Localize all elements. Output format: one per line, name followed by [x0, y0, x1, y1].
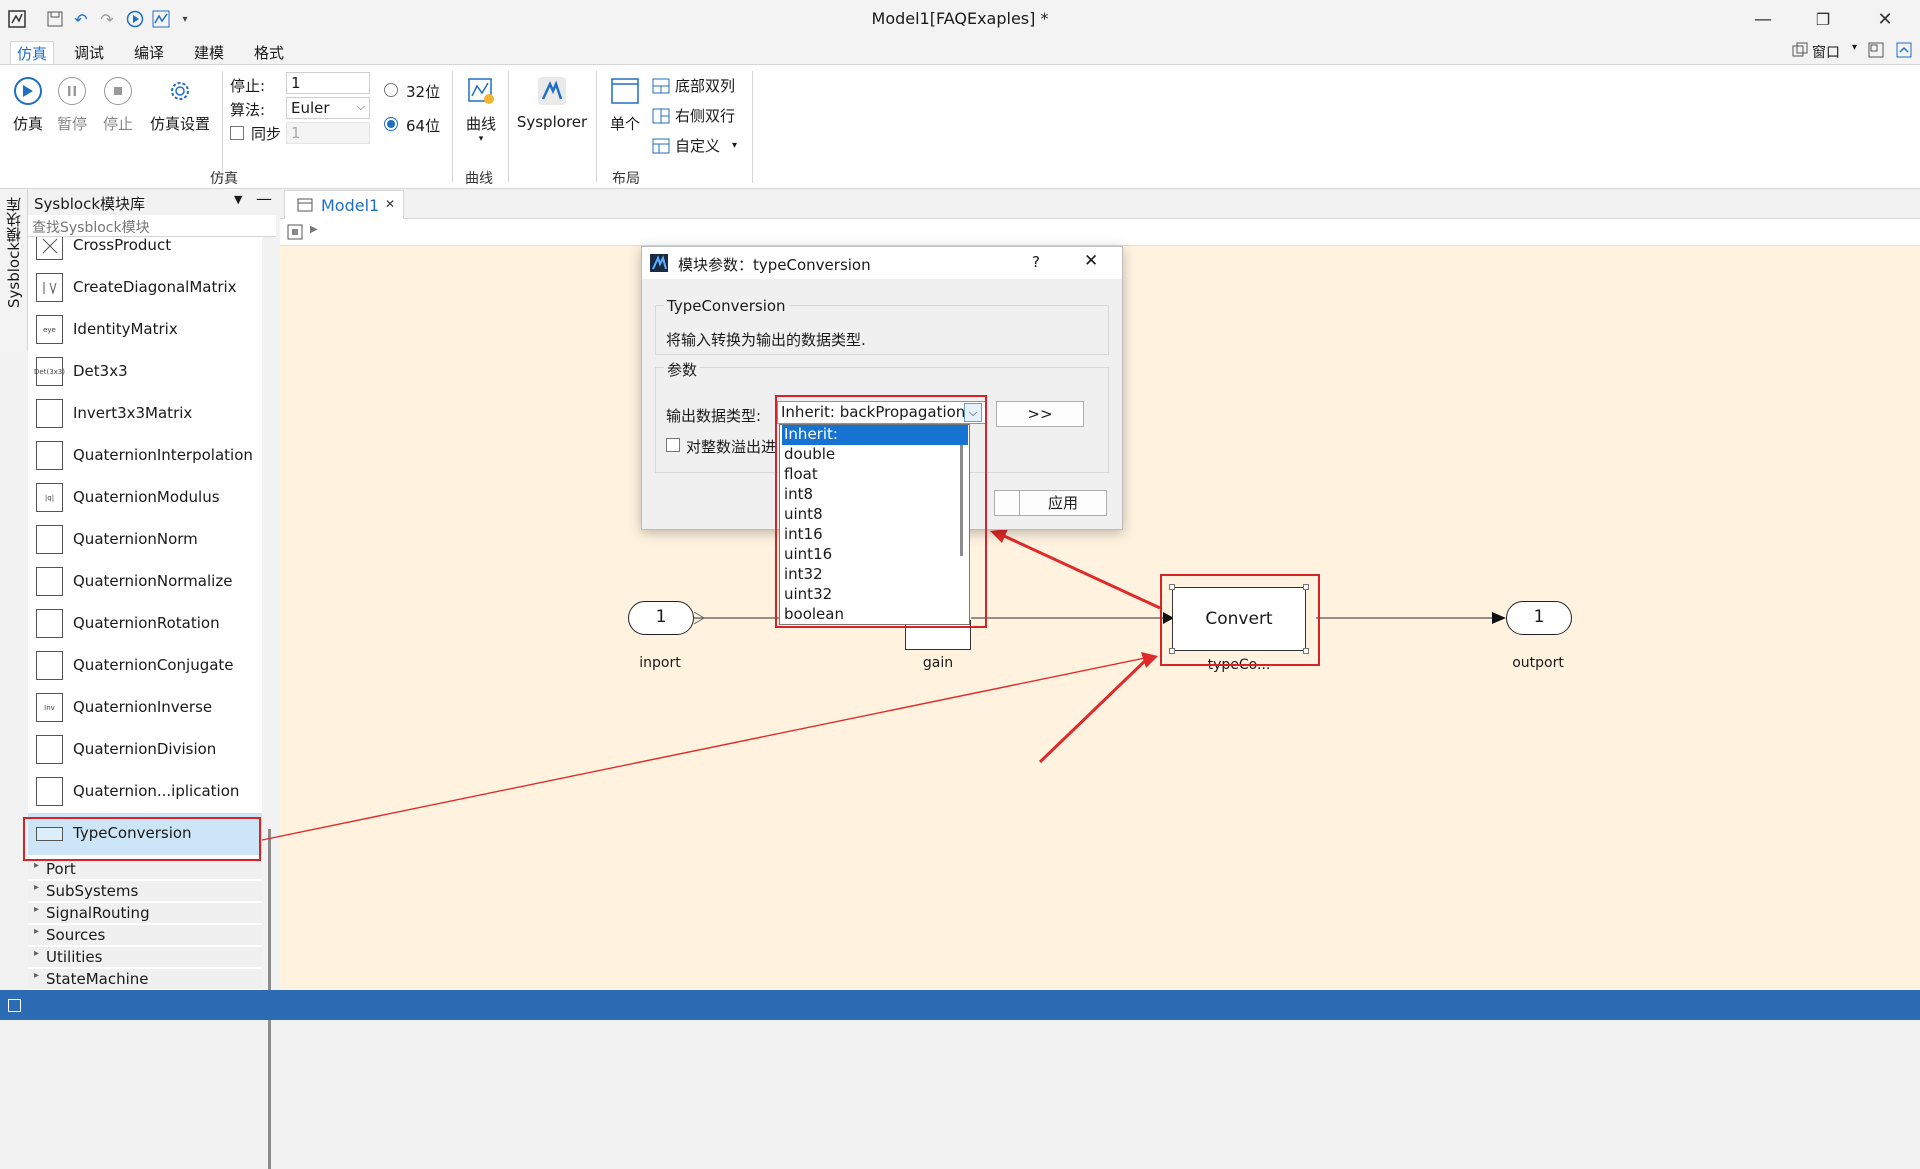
- block-name-label: TypeConversion: [664, 297, 789, 315]
- params-group-label: 参数: [664, 359, 701, 380]
- overflow-label: 对整数溢出进: [686, 438, 777, 456]
- output-type-label: 输出数据类型:: [666, 407, 762, 425]
- highlight-box: [1160, 574, 1320, 666]
- status-bar: [0, 990, 1920, 1020]
- inport-block[interactable]: 1: [628, 601, 694, 635]
- outport-block[interactable]: 1: [1506, 601, 1572, 635]
- block-description: 将输入转换为输出的数据类型.: [666, 331, 866, 349]
- more-button[interactable]: >>: [996, 401, 1084, 427]
- overflow-checkbox[interactable]: [666, 438, 680, 452]
- outport-label: outport: [1512, 655, 1564, 671]
- status-indicator-icon[interactable]: [8, 999, 21, 1012]
- help-icon[interactable]: ?: [1032, 253, 1040, 271]
- inport-label: inport: [639, 655, 681, 671]
- app-logo-icon: [650, 254, 668, 276]
- highlight-box: [775, 395, 987, 628]
- dialog-title: 模块参数：typeConversion: [678, 256, 871, 274]
- dialog-title-bar: 模块参数：typeConversion ? ✕: [642, 247, 1122, 279]
- gain-label: gain: [922, 655, 954, 671]
- apply-button[interactable]: 应用: [1019, 490, 1107, 516]
- close-icon[interactable]: ✕: [1084, 251, 1098, 271]
